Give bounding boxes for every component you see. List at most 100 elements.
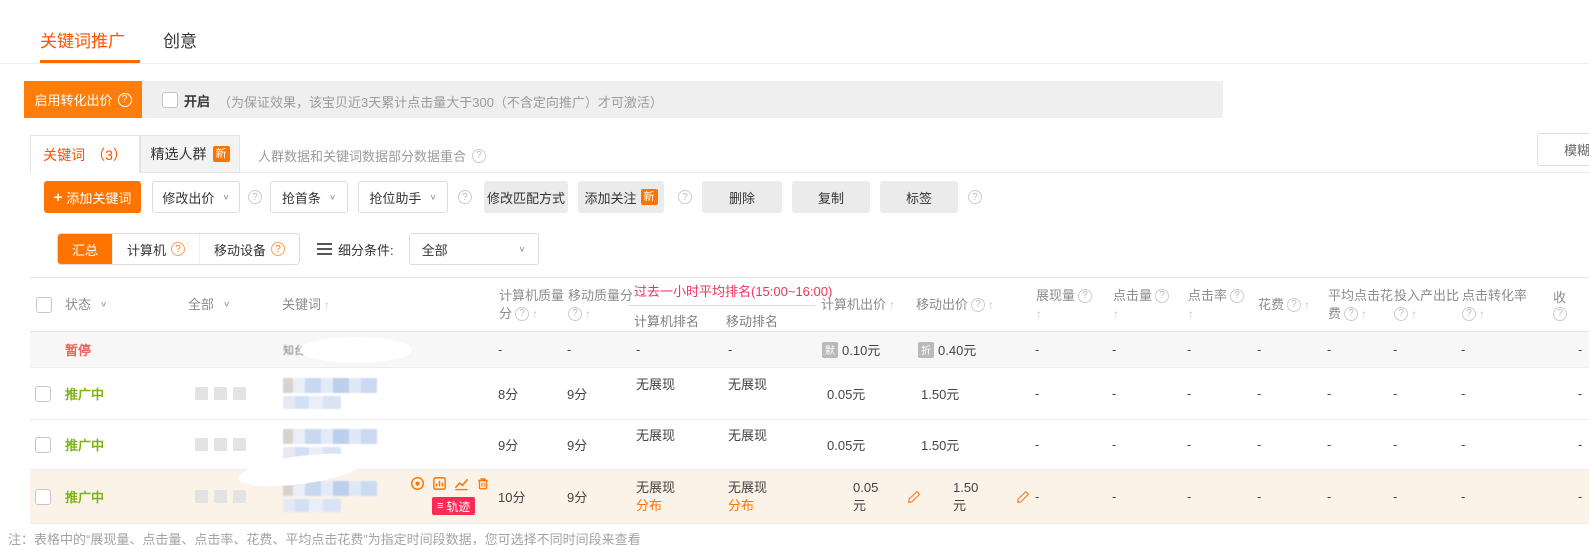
distribution-link[interactable]: 分布 [728,497,754,515]
col-all[interactable]: 全部∨ [146,278,250,331]
help-icon[interactable]: ? [458,190,472,204]
trace-badge[interactable]: ≡ 轨迹 [432,497,475,515]
help-icon[interactable]: ? [678,190,692,204]
device-tab-pc[interactable]: 计算机 ? [112,234,199,264]
tab-keyword-promotion[interactable]: 关键词推广 [40,27,125,52]
modify-match-button[interactable]: 修改匹配方式 [484,181,568,213]
sort-asc-icon[interactable]: ↑ [1036,305,1042,323]
mobile-quality-value: 9分 [562,470,628,523]
col-mobile-quality[interactable]: 移动质量分 ?↑ [562,278,628,331]
col-avg-cpc[interactable]: 平均点击花 费?↑ [1322,278,1388,331]
help-icon[interactable]: ? [1344,307,1358,321]
add-watch-button[interactable]: 添加关注 新 [578,181,664,213]
enable-conversion-bid-button[interactable]: 启用转化出价 ? [24,81,142,118]
metric-value: - [1182,420,1252,469]
sort-asc-icon[interactable]: ↑ [889,296,895,314]
help-icon[interactable]: ? [971,298,985,312]
edit-icon[interactable] [1016,490,1030,504]
bullseye-icon[interactable] [410,476,425,491]
row-checkbox[interactable] [35,386,51,402]
distribution-link[interactable]: 分布 [636,497,662,515]
device-tab-summary[interactable]: 汇总 [58,234,112,264]
tab-creative[interactable]: 创意 [163,27,197,52]
row-checkbox[interactable] [35,489,51,505]
grab-headline-button[interactable]: 抢首条 ∨ [270,181,348,213]
sort-asc-icon[interactable]: ↑ [1304,296,1310,314]
help-icon[interactable]: ? [472,149,486,163]
help-icon[interactable]: ? [1230,289,1244,303]
col-status[interactable]: 状态∨ [58,278,146,331]
trash-icon[interactable] [476,476,490,491]
help-icon[interactable]: ? [118,93,132,107]
help-icon[interactable]: ? [271,242,285,256]
status-badge: 推广中 [65,435,104,454]
tab-selected-audience[interactable]: 精选人群 新 [140,135,240,173]
banner-note: （为保证效果，该宝贝近3天累计点击量大于300（不含定向推广）才可激活） [218,92,663,111]
help-icon[interactable]: ? [515,307,529,321]
help-icon[interactable]: ? [1078,289,1092,303]
help-icon[interactable]: ? [1287,298,1301,312]
sort-asc-icon[interactable]: ↑ [1188,305,1194,323]
col-impressions[interactable]: 展现量? ↑ [1030,278,1107,331]
metric-value: - [1107,420,1182,469]
help-icon[interactable]: ? [568,307,582,321]
metric-value: - [1030,368,1107,419]
tab-keywords-label: 关键词 [43,145,85,165]
col-clipped[interactable]: 收 ? [1540,278,1589,331]
sort-asc-icon[interactable]: ↑ [324,296,330,314]
metric-value: - [1540,420,1589,469]
segment-filter-select[interactable]: 全部 ∨ [409,233,539,265]
keyword-toolbar: + 添加关键词 修改出价 ∨ ? 抢首条 ∨ 抢位助手 ∨ ? 修改匹配方式 添… [44,181,982,213]
tab-keywords[interactable]: 关键词 （3） [30,135,140,173]
col-keyword[interactable]: 关键词↑ [250,278,493,331]
help-icon[interactable]: ? [171,242,185,256]
tag-button[interactable]: 标签 [880,181,958,213]
fuzzy-button[interactable]: 模糊 [1537,133,1589,166]
col-clicks[interactable]: 点击量? ↑ [1107,278,1182,331]
col-mobile-quality-label: 移动质量分 [568,287,633,305]
metric-value: - [1388,420,1456,469]
sort-asc-icon[interactable]: ↑ [1411,305,1417,323]
help-icon[interactable]: ? [1553,307,1567,321]
copy-button[interactable]: 复制 [792,181,870,213]
delete-button[interactable]: 删除 [702,181,782,213]
metric-value: - [1107,470,1182,523]
device-filter-bar: 汇总 计算机 ? 移动设备 ? 细分条件: 全部 ∨ [57,233,539,265]
col-roi[interactable]: 投入产出比 ?↑ [1388,278,1456,331]
masked-keyword [250,368,493,419]
col-pc-bid[interactable]: 计算机出价↑ [815,278,910,331]
metric-value: - [1540,368,1589,419]
help-icon[interactable]: ? [1394,307,1408,321]
trace-icon: ≡ [437,501,443,512]
help-icon[interactable]: ? [968,190,982,204]
add-keyword-button[interactable]: + 添加关键词 [44,181,141,213]
select-all-checkbox[interactable] [36,297,52,313]
row-checkbox[interactable] [35,437,51,453]
help-icon[interactable]: ? [1462,307,1476,321]
report-icon[interactable] [432,476,447,491]
pc-bid-cell: 默 0.10元 [815,332,910,367]
sort-asc-icon[interactable]: ↑ [1361,305,1367,323]
col-cost[interactable]: 花费?↑ [1252,278,1322,331]
sort-asc-icon[interactable]: ↑ [532,305,538,323]
sort-asc-icon[interactable]: ↑ [585,305,591,323]
col-avg-cpc-l1: 平均点击花 [1328,287,1393,305]
table-footnote: 注：表格中的“展现量、点击量、点击率、花费、平均点击花费”为指定时间段数据，您可… [8,529,641,545]
modify-bid-button[interactable]: 修改出价 ∨ [152,181,240,213]
enable-checkbox[interactable] [162,92,178,108]
sort-asc-icon[interactable]: ↑ [1113,305,1119,323]
sort-asc-icon[interactable]: ↑ [988,296,994,314]
help-icon[interactable]: ? [1155,289,1169,303]
rank-assistant-button[interactable]: 抢位助手 ∨ [358,181,448,213]
sort-asc-icon[interactable]: ↑ [1479,305,1485,323]
metric-value: - [1107,332,1182,367]
help-icon[interactable]: ? [248,190,262,204]
metric-value: - [1030,332,1107,367]
trend-icon[interactable] [454,476,469,491]
device-tab-mobile[interactable]: 移动设备 ? [199,234,299,264]
col-ctr[interactable]: 点击率? ↑ [1182,278,1252,331]
col-pc-quality[interactable]: 计算机质量 分?↑ [493,278,562,331]
col-cvr[interactable]: 点击转化率 ?↑ [1456,278,1540,331]
keywords-count: （3） [91,145,127,165]
col-mobile-bid[interactable]: 移动出价?↑ [910,278,1030,331]
